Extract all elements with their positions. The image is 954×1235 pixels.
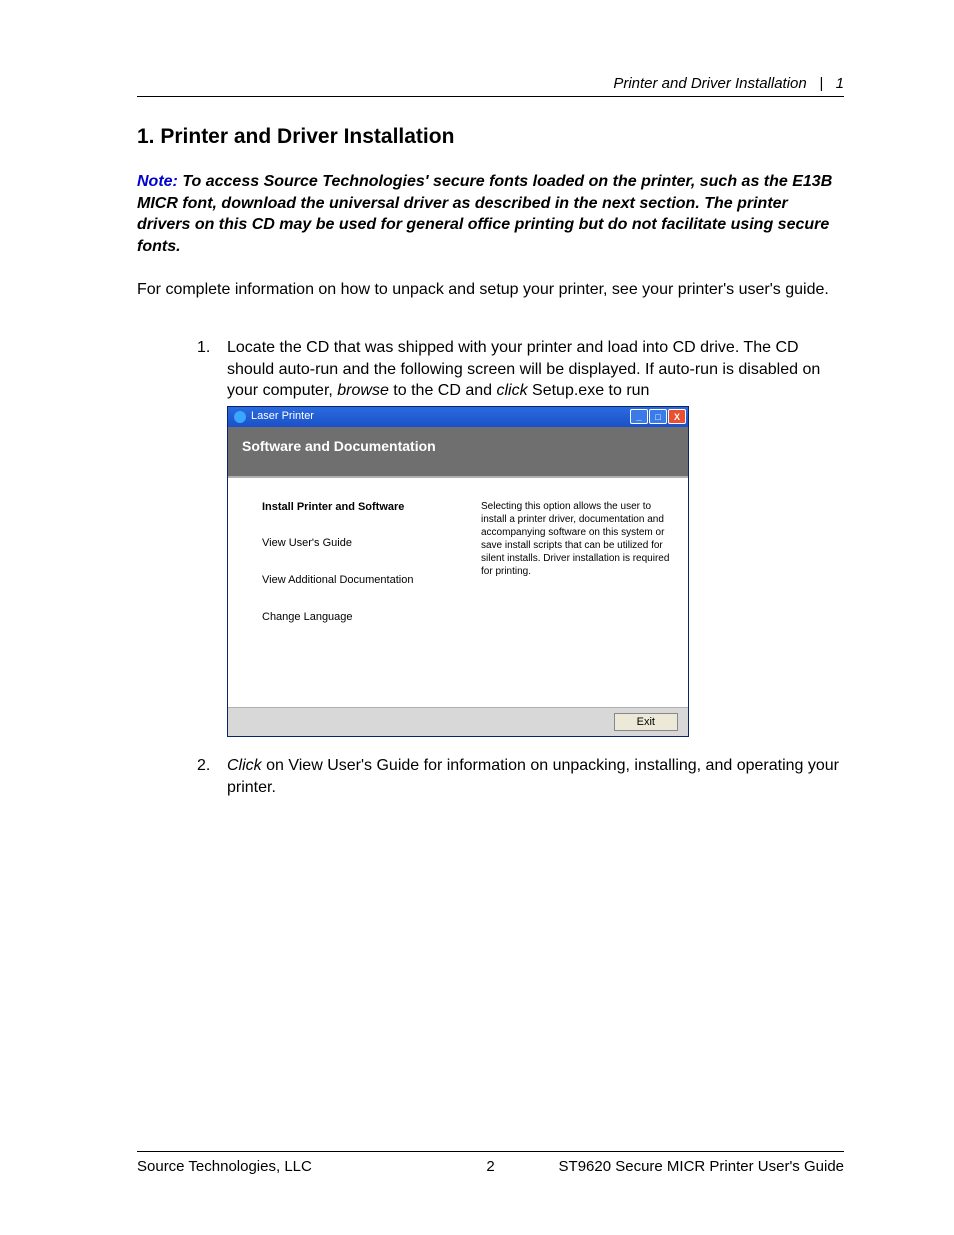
note-text: To access Source Technologies' secure fo… (137, 173, 832, 255)
minimize-button[interactable]: _ (630, 409, 648, 424)
installer-menu: Install Printer and Software View User's… (228, 478, 481, 707)
footer-right: ST9620 Secure MICR Printer User's Guide (511, 1158, 845, 1175)
menu-view-guide[interactable]: View User's Guide (262, 536, 471, 551)
page-footer: Source Technologies, LLC 2 ST9620 Secure… (137, 1151, 844, 1175)
header-section-title: Printer and Driver Installation (613, 75, 806, 92)
menu-change-language[interactable]: Change Language (262, 610, 471, 625)
installer-footer: Exit (228, 707, 688, 736)
step-2: 2. Click on View User's Guide for inform… (197, 755, 844, 798)
exit-button[interactable]: Exit (614, 713, 678, 731)
installer-title: Laser Printer (251, 409, 630, 424)
maximize-button[interactable]: □ (649, 409, 667, 424)
menu-view-docs[interactable]: View Additional Documentation (262, 573, 471, 588)
installer-window: Laser Printer _ □ X Software and Documen… (227, 406, 689, 737)
document-page: Printer and Driver Installation | 1 1. P… (0, 0, 954, 1235)
footer-left: Source Technologies, LLC (137, 1158, 471, 1175)
menu-install-printer[interactable]: Install Printer and Software (262, 500, 471, 515)
header-section-number: 1 (836, 75, 844, 92)
window-controls: _ □ X (630, 409, 686, 424)
step-list: 1. Locate the CD that was shipped with y… (197, 337, 844, 816)
note-label: Note: (137, 173, 178, 190)
step-number: 1. (197, 337, 210, 359)
close-button[interactable]: X (668, 409, 686, 424)
installer-description: Selecting this option allows the user to… (481, 478, 688, 707)
footer-page-number: 2 (471, 1158, 511, 1175)
installer-titlebar: Laser Printer _ □ X (228, 407, 688, 427)
app-icon (234, 411, 246, 423)
note-block: Note: To access Source Technologies' sec… (137, 171, 844, 257)
intro-paragraph: For complete information on how to unpac… (137, 279, 844, 301)
step-1: 1. Locate the CD that was shipped with y… (197, 337, 844, 737)
running-header: Printer and Driver Installation | 1 (137, 75, 844, 97)
page-title: 1. Printer and Driver Installation (137, 125, 844, 149)
installer-header: Software and Documentation (228, 427, 688, 476)
step-number: 2. (197, 755, 210, 777)
installer-body: Install Printer and Software View User's… (228, 476, 688, 707)
